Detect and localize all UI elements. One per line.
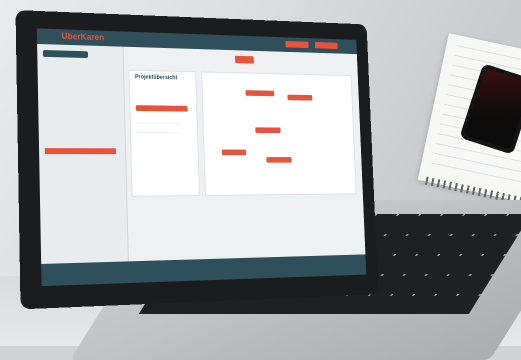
laptop: UberKaren Projektüber <box>0 0 521 346</box>
topbar-button[interactable] <box>315 42 338 49</box>
panel-row <box>136 117 181 124</box>
panel-row <box>136 126 181 133</box>
sidebar-item[interactable] <box>46 136 99 142</box>
panel-button[interactable] <box>266 157 291 163</box>
sidebar <box>37 44 129 264</box>
panel-left: Projektübersicht <box>129 70 200 197</box>
app-brand: UberKaren <box>61 31 104 42</box>
sidebar-search[interactable] <box>43 50 88 58</box>
sidebar-item[interactable] <box>46 126 99 132</box>
panel-right <box>201 72 356 196</box>
page-title: Projektübersicht <box>135 75 177 82</box>
panel-button[interactable] <box>287 95 312 101</box>
topbar-button[interactable] <box>285 41 308 48</box>
panel-button[interactable] <box>246 90 275 96</box>
tab-bar <box>128 53 353 67</box>
panel-button[interactable] <box>255 127 280 133</box>
laptop-screen: UberKaren Projektüber <box>37 28 366 286</box>
sidebar-item-active[interactable] <box>45 148 116 154</box>
laptop-lid: UberKaren Projektüber <box>15 10 378 309</box>
sidebar-item[interactable] <box>46 117 99 123</box>
panel-button[interactable] <box>222 150 246 156</box>
sidebar-item[interactable] <box>46 107 99 114</box>
tab-active[interactable] <box>235 56 254 64</box>
panel-button[interactable] <box>136 105 188 111</box>
